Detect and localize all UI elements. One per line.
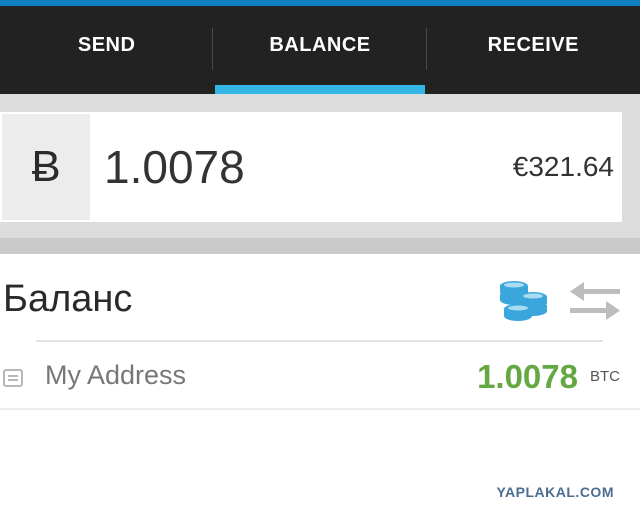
row-divider bbox=[0, 408, 640, 410]
balance-card: Ƀ 1.0078 €321.64 bbox=[0, 112, 622, 222]
coins-stack-icon[interactable] bbox=[497, 277, 549, 323]
address-amount: 1.0078 bbox=[477, 358, 578, 395]
tab-receive-label: RECEIVE bbox=[487, 33, 579, 56]
currency-icon-box: Ƀ bbox=[2, 114, 90, 220]
tab-send-label: SEND bbox=[77, 33, 136, 56]
fiat-value: €321.64 bbox=[512, 151, 614, 182]
tab-send[interactable]: SEND bbox=[0, 6, 214, 94]
tab-bar: SEND BALANCE RECEIVE bbox=[0, 6, 640, 94]
balance-amount: 1.0078 bbox=[104, 141, 245, 193]
address-label: My Address bbox=[45, 360, 187, 390]
watermark: YAPLAKAL.COM bbox=[496, 484, 614, 500]
tab-balance[interactable]: BALANCE bbox=[213, 6, 427, 94]
balance-panel: Ƀ 1.0078 €321.64 bbox=[0, 94, 640, 254]
panel-shadow bbox=[0, 238, 640, 254]
swap-arrows-icon[interactable] bbox=[568, 281, 622, 321]
address-row[interactable]: My Address 1.0078 BTC bbox=[0, 348, 640, 408]
address-unit: BTC bbox=[590, 368, 620, 385]
tab-receive[interactable]: RECEIVE bbox=[427, 6, 640, 94]
active-tab-indicator bbox=[215, 85, 425, 94]
tab-balance-label: BALANCE bbox=[269, 33, 371, 56]
section-divider bbox=[36, 340, 603, 342]
bitcoin-icon: Ƀ bbox=[31, 142, 61, 191]
wallet-icon bbox=[3, 369, 23, 387]
section-title: Баланс bbox=[3, 278, 133, 320]
